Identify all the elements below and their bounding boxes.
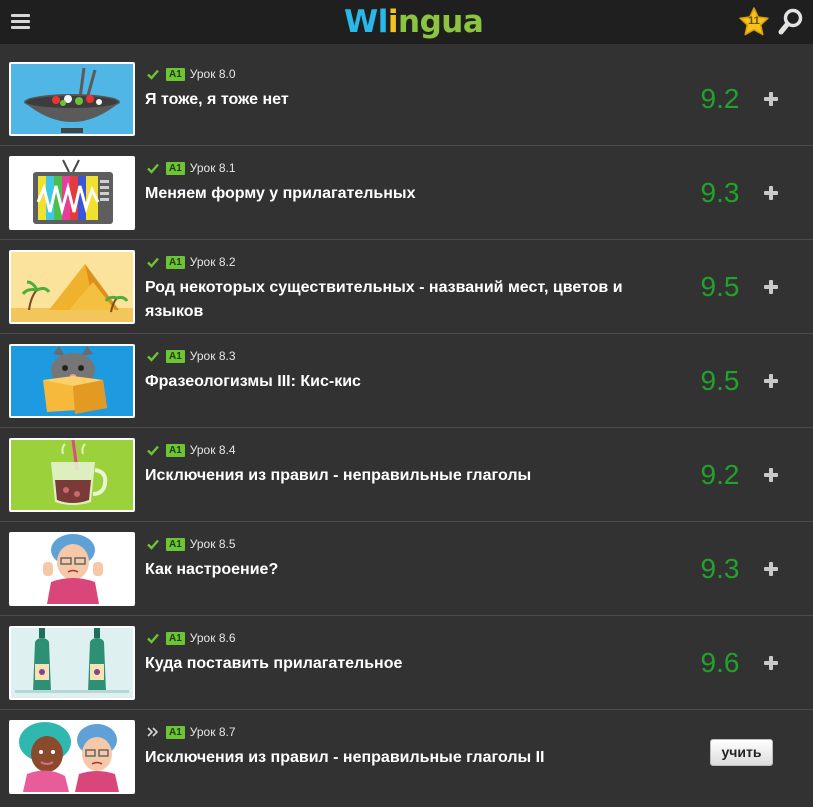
lesson-list: A1 Урок 8.0 Я тоже, я тоже нет 9.2 A1 Ур… [0,52,813,804]
lesson-title[interactable]: Род некоторых существительных - названий… [145,276,655,324]
lesson-meta: A1 Урок 8.5 [146,537,236,551]
lesson-number: Урок 8.4 [189,443,236,457]
level-badge: A1 [166,537,185,551]
double-chevron-icon [147,727,159,737]
plus-icon[interactable] [761,183,781,203]
lesson-score: 9.5 [700,365,740,396]
check-icon [147,633,159,644]
lesson-meta: A1 Урок 8.4 [146,443,236,457]
check-icon [147,257,159,268]
lesson-score: 9.6 [700,647,740,678]
check-icon [147,351,159,362]
lesson-number: Урок 8.5 [189,537,236,551]
lesson-meta: A1 Урок 8.2 [146,255,236,269]
tv-image[interactable] [9,156,135,230]
level-badge: A1 [166,349,185,363]
check-icon [147,69,159,80]
lesson-meta: A1 Урок 8.6 [146,631,236,645]
lesson-number: Урок 8.7 [189,725,236,739]
level-badge: A1 [166,161,185,175]
lesson-title[interactable]: Куда поставить прилагательное [145,652,655,676]
lesson-number: Урок 8.6 [189,631,236,645]
plus-icon[interactable] [761,465,781,485]
two-women-image[interactable] [9,720,135,794]
upset-grandma-image[interactable] [9,532,135,606]
plus-icon[interactable] [761,277,781,297]
lesson-title[interactable]: Фразеологизмы III: Кис-кис [145,370,655,394]
lesson-row[interactable]: A1 Урок 8.1 Меняем форму у прилагательны… [0,146,813,240]
check-icon [147,539,159,550]
level-badge: A1 [166,631,185,645]
lesson-score: 9.2 [700,83,740,114]
lesson-row[interactable]: A1 Урок 8.3 Фразеологизмы III: Кис-кис 9… [0,334,813,428]
lesson-number: Урок 8.3 [189,349,236,363]
lesson-score: 9.3 [700,553,740,584]
lesson-row[interactable]: A1 Урок 8.4 Исключения из правил - непра… [0,428,813,522]
lesson-row[interactable]: A1 Урок 8.6 Куда поставить прилагательно… [0,616,813,710]
check-icon [147,445,159,456]
lesson-score: 9.5 [700,271,740,302]
lesson-number: Урок 8.0 [189,67,236,81]
plus-icon[interactable] [761,89,781,109]
learn-button[interactable]: учить [710,739,773,766]
lesson-number: Урок 8.2 [189,255,236,269]
lesson-row[interactable]: A1 Урок 8.5 Как настроение? 9.3 [0,522,813,616]
cat-in-box-image[interactable] [9,344,135,418]
level-badge: A1 [166,443,185,457]
menu-icon[interactable] [11,12,31,32]
lesson-meta: A1 Урок 8.1 [146,161,236,175]
lesson-row[interactable]: A1 Урок 8.0 Я тоже, я тоже нет 9.2 [0,52,813,146]
stars-button[interactable]: 11 [738,6,770,38]
lesson-title[interactable]: Как настроение? [145,558,655,582]
lesson-meta: A1 Урок 8.0 [146,67,236,81]
lesson-title[interactable]: Исключения из правил - неправильные глаг… [145,746,655,770]
hot-drink-image[interactable] [9,438,135,512]
plus-icon[interactable] [761,653,781,673]
lesson-meta: A1 Урок 8.7 [146,725,236,739]
level-badge: A1 [166,67,185,81]
lesson-title[interactable]: Я тоже, я тоже нет [145,88,655,112]
plus-icon[interactable] [761,559,781,579]
logo[interactable]: Wlingua [344,4,484,40]
search-icon[interactable] [778,8,804,36]
lesson-title[interactable]: Исключения из правил - неправильные глаг… [145,464,655,488]
top-bar: Wlingua 11 [0,0,813,44]
level-badge: A1 [166,725,185,739]
lesson-meta: A1 Урок 8.3 [146,349,236,363]
salad-bowl-image[interactable] [9,62,135,136]
plus-icon[interactable] [761,371,781,391]
lesson-row[interactable]: A1 Урок 8.2 Род некоторых существительны… [0,240,813,334]
stars-count: 11 [748,15,760,27]
lesson-number: Урок 8.1 [189,161,236,175]
check-icon [147,163,159,174]
lesson-row[interactable]: A1 Урок 8.7 Исключения из правил - непра… [0,710,813,804]
lesson-score: 9.2 [700,459,740,490]
pyramids-image[interactable] [9,250,135,324]
lesson-title[interactable]: Меняем форму у прилагательных [145,182,655,206]
lesson-score: 9.3 [700,177,740,208]
wine-bottles-image[interactable] [9,626,135,700]
level-badge: A1 [166,255,185,269]
